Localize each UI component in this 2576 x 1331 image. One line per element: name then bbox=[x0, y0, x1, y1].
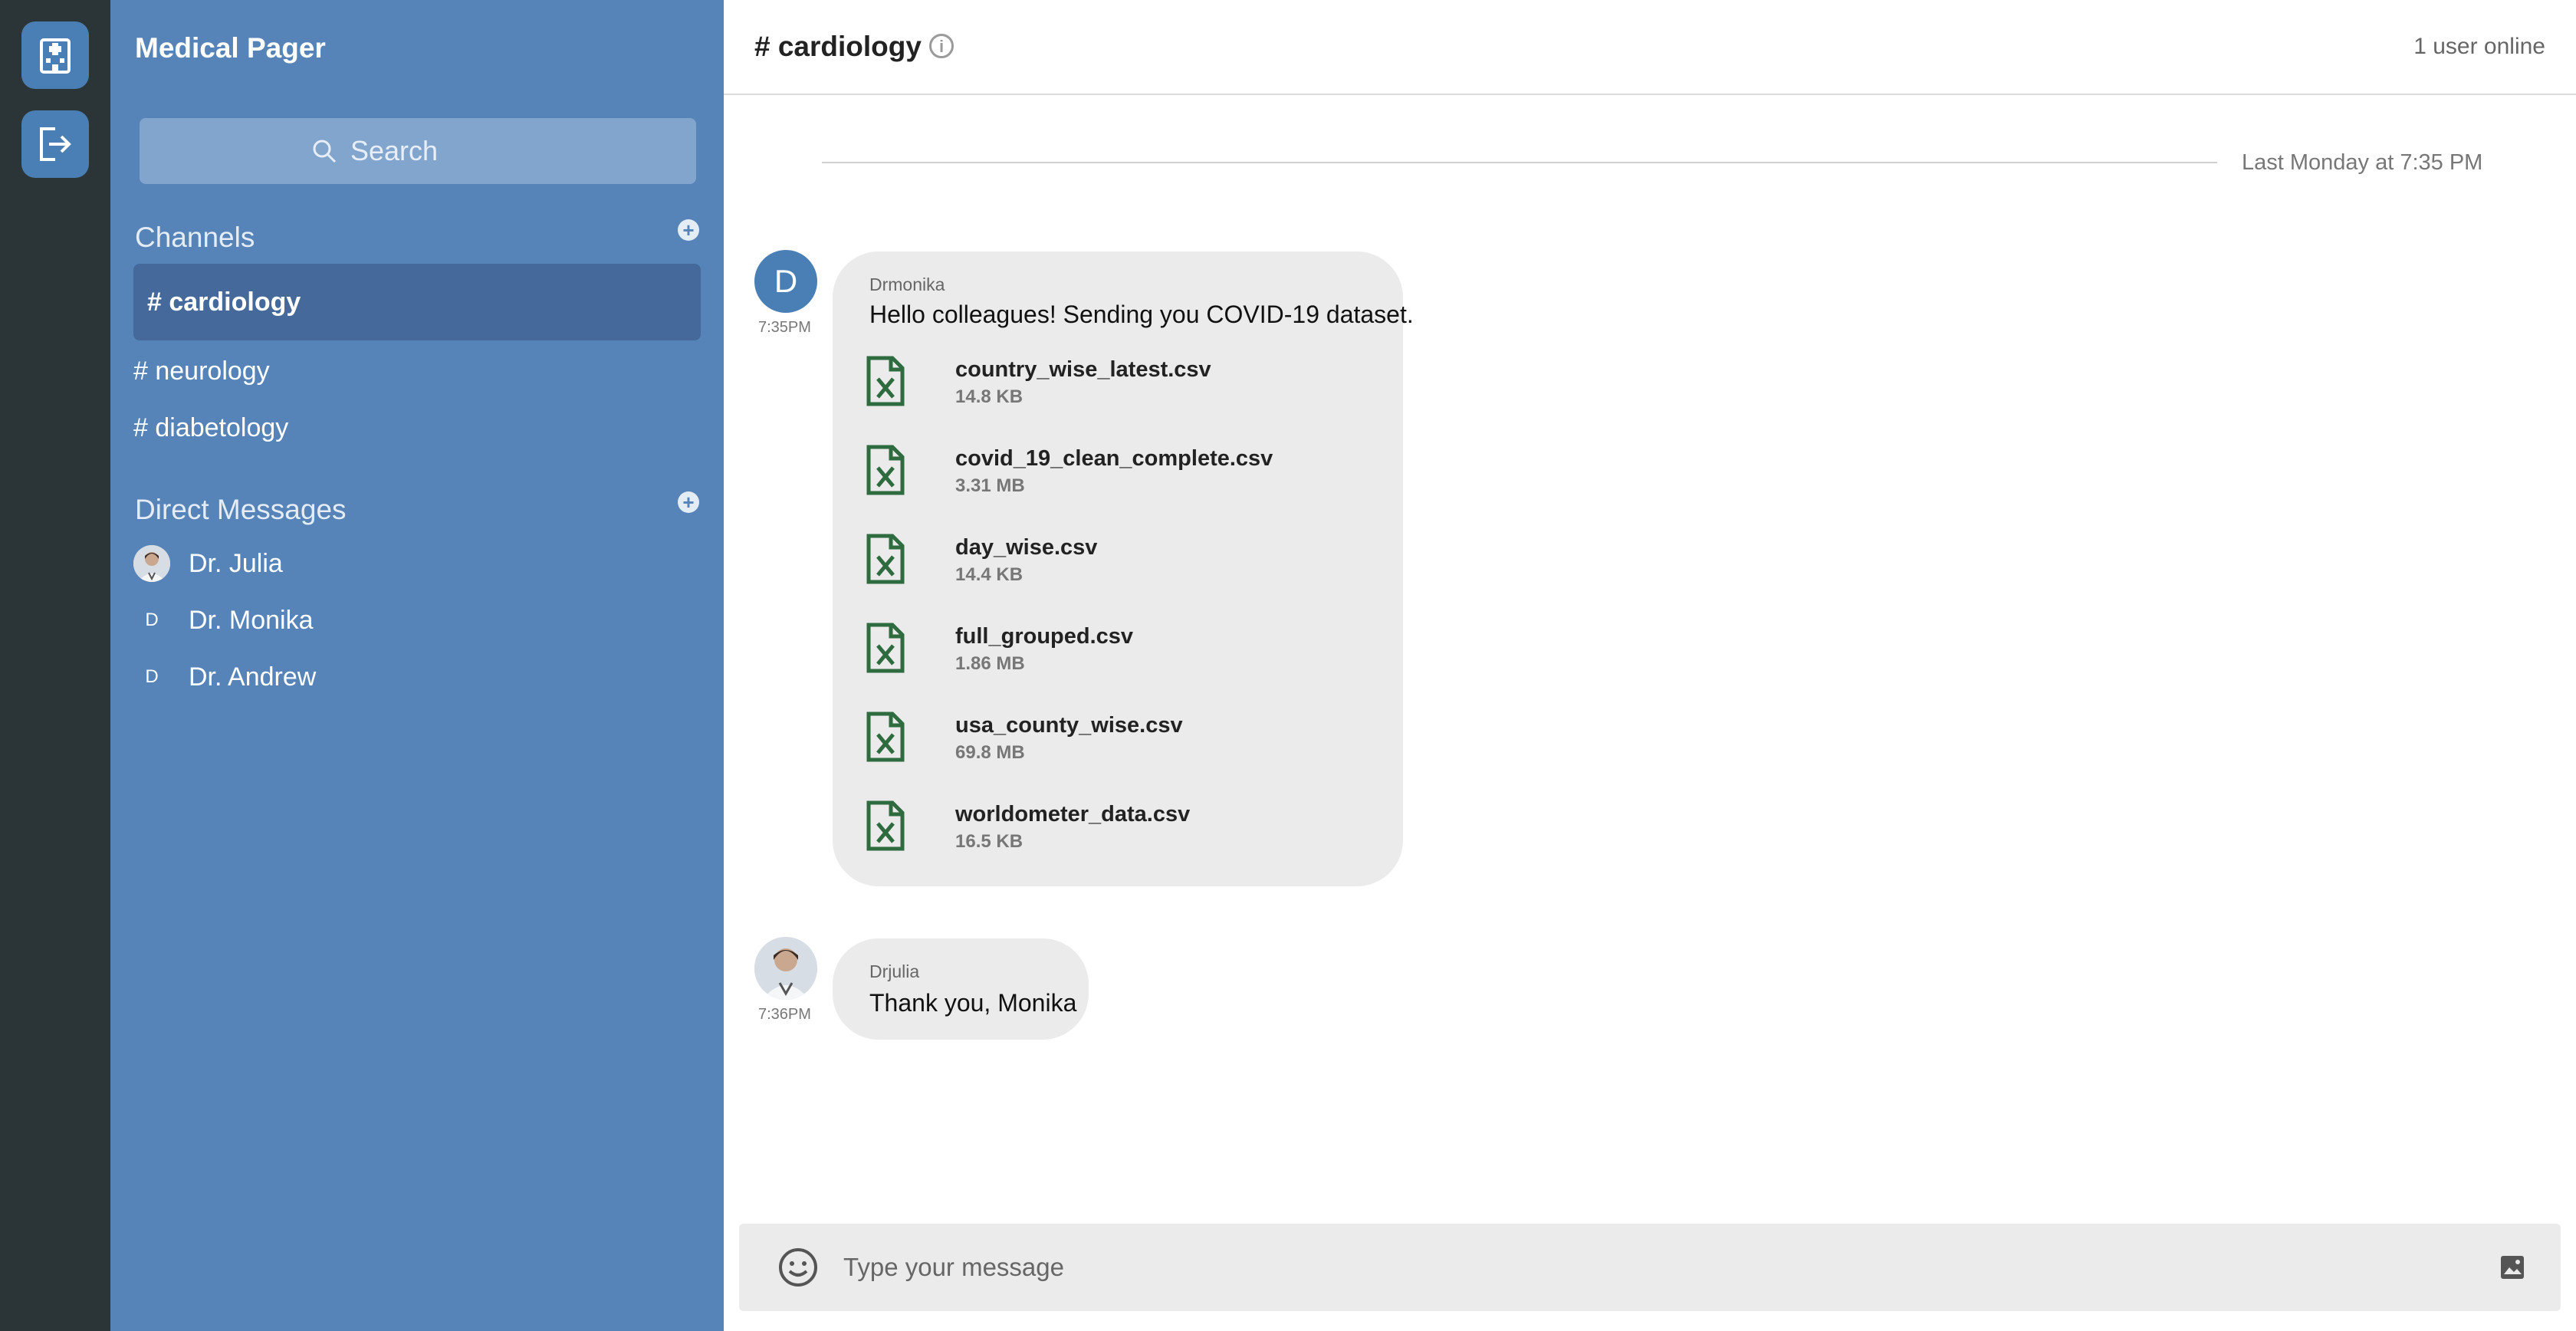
avatar: D bbox=[145, 666, 159, 687]
spreadsheet-file-icon bbox=[866, 445, 905, 495]
file-size: 14.4 KB bbox=[955, 564, 1024, 585]
chat-header: # cardiology i 1 user online bbox=[724, 0, 2576, 95]
file-size: 14.8 KB bbox=[955, 386, 1024, 407]
spreadsheet-file-icon bbox=[866, 712, 905, 762]
file-attachment[interactable]: usa_county_wise.csv 69.8 MB bbox=[866, 712, 1357, 773]
logout-icon[interactable] bbox=[21, 110, 89, 178]
file-attachment[interactable]: worldometer_data.csv 16.5 KB bbox=[866, 800, 1357, 862]
file-attachment[interactable]: country_wise_latest.csv 14.8 KB bbox=[866, 356, 1357, 417]
spreadsheet-file-icon bbox=[866, 356, 905, 406]
add-channel-icon[interactable]: + bbox=[678, 219, 699, 241]
file-attachment[interactable]: full_grouped.csv 1.86 MB bbox=[866, 623, 1357, 684]
channel-title: # cardiology bbox=[754, 31, 922, 62]
info-icon[interactable]: i bbox=[929, 34, 954, 58]
image-upload-icon[interactable] bbox=[2499, 1254, 2525, 1280]
dm-item-julia[interactable]: Dr. Julia bbox=[133, 541, 283, 587]
search-input[interactable]: Search bbox=[140, 118, 696, 184]
channel-item-neurology[interactable]: # neurology bbox=[133, 348, 701, 394]
file-size: 3.31 MB bbox=[955, 475, 1025, 496]
spreadsheet-file-icon bbox=[866, 623, 905, 673]
message-text: Thank you, Monika bbox=[869, 989, 1077, 1017]
avatar bbox=[133, 545, 170, 582]
file-name: full_grouped.csv bbox=[955, 624, 1134, 649]
dm-item-monika[interactable]: D Dr. Monika bbox=[133, 597, 314, 643]
message-text: Hello colleagues! Sending you COVID-19 d… bbox=[869, 301, 1414, 328]
dm-item-andrew[interactable]: D Dr. Andrew bbox=[133, 654, 316, 700]
search-icon bbox=[313, 140, 337, 163]
add-dm-icon[interactable]: + bbox=[678, 491, 699, 513]
avatar[interactable]: D bbox=[754, 250, 817, 313]
message-sender: Drjulia bbox=[869, 961, 920, 981]
date-divider: Last Monday at 7:35 PM bbox=[2242, 150, 2483, 175]
avatar[interactable] bbox=[754, 937, 817, 1000]
channel-label: # neurology bbox=[133, 356, 270, 386]
app-title: Medical Pager bbox=[135, 32, 326, 64]
channels-heading: Channels bbox=[135, 222, 255, 253]
message-time: 7:35PM bbox=[758, 319, 811, 336]
file-name: usa_county_wise.csv bbox=[955, 713, 1183, 738]
message-input[interactable] bbox=[843, 1244, 2453, 1291]
file-name: worldometer_data.csv bbox=[955, 802, 1191, 827]
channel-label: # diabetology bbox=[133, 412, 289, 442]
file-name: day_wise.csv bbox=[955, 535, 1098, 560]
file-size: 16.5 KB bbox=[955, 831, 1024, 852]
message-bubble: Drjulia Thank you, Monika bbox=[833, 938, 1089, 1040]
direct-messages-heading: Direct Messages bbox=[135, 494, 347, 525]
channel-label: # cardiology bbox=[147, 287, 301, 317]
message-time: 7:36PM bbox=[758, 1006, 811, 1023]
file-name: covid_19_clean_complete.csv bbox=[955, 446, 1273, 471]
file-size: 69.8 MB bbox=[955, 742, 1025, 763]
hospital-icon[interactable] bbox=[21, 21, 89, 89]
sidebar: Medical Pager Search Channels + # cardio… bbox=[110, 0, 724, 1331]
file-attachment[interactable]: covid_19_clean_complete.csv 3.31 MB bbox=[866, 445, 1357, 506]
file-name: country_wise_latest.csv bbox=[955, 357, 1211, 382]
chat-panel: # cardiology i 1 user online Last Monday… bbox=[724, 0, 2576, 1331]
avatar: D bbox=[145, 610, 159, 630]
search-placeholder: Search bbox=[350, 135, 439, 166]
channel-item-diabetology[interactable]: # diabetology bbox=[133, 405, 701, 451]
spreadsheet-file-icon bbox=[866, 534, 905, 584]
file-attachment[interactable]: day_wise.csv 14.4 KB bbox=[866, 534, 1357, 595]
channel-item-cardiology[interactable]: # cardiology bbox=[133, 264, 701, 340]
icon-rail bbox=[0, 0, 110, 1331]
spreadsheet-file-icon bbox=[866, 800, 905, 851]
message-bubble: Drmonika Hello colleagues! Sending you C… bbox=[833, 251, 1414, 886]
online-status: 1 user online bbox=[2413, 34, 2545, 59]
message-composer bbox=[739, 1224, 2561, 1311]
date-divider-line bbox=[822, 162, 2217, 163]
file-size: 1.86 MB bbox=[955, 653, 1025, 674]
dm-name: Dr. Julia bbox=[189, 548, 283, 578]
dm-name: Dr. Andrew bbox=[189, 662, 317, 692]
emoji-icon[interactable] bbox=[777, 1247, 819, 1288]
dm-name: Dr. Monika bbox=[189, 605, 314, 635]
message-sender: Drmonika bbox=[869, 274, 945, 294]
